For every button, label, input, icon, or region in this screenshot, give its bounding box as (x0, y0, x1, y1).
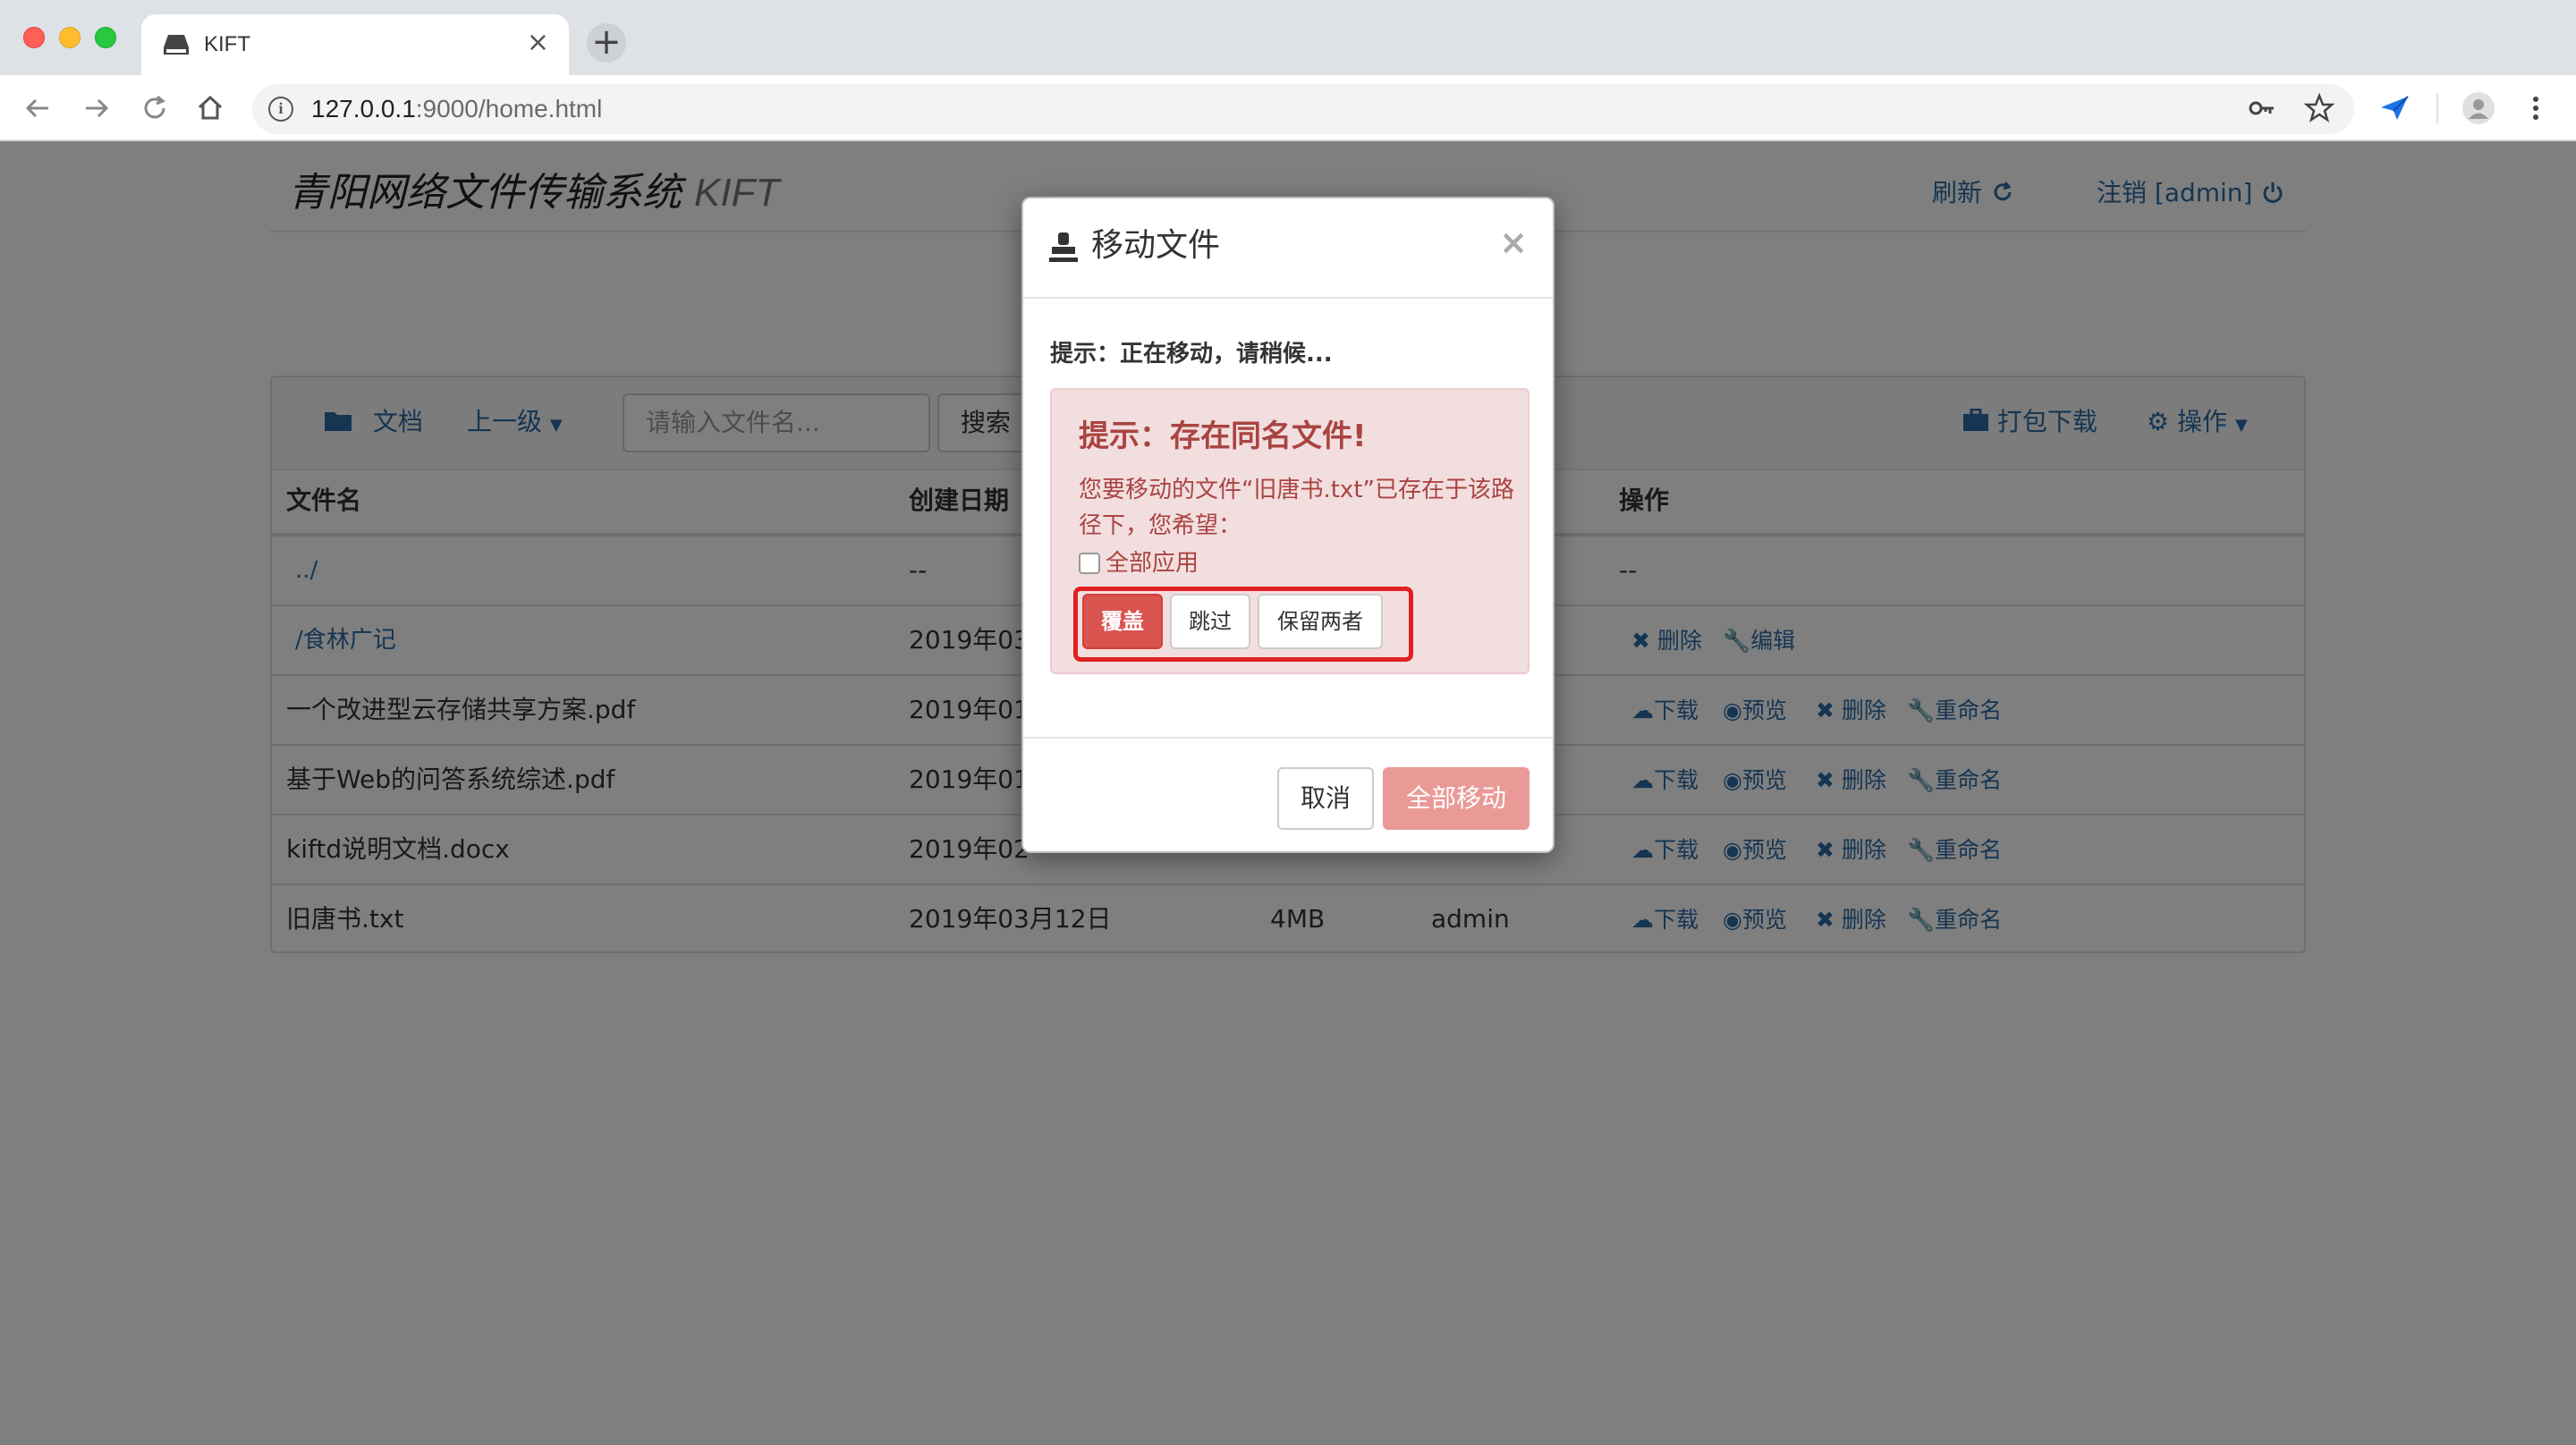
alert-message: 您要移动的文件“旧唐书.txt”已存在于该路径下，您希望： (1079, 477, 1514, 539)
new-tab-button[interactable]: + (587, 23, 626, 63)
address-bar[interactable]: i 127.0.0.1:9000/home.html (252, 84, 2354, 134)
reload-icon[interactable] (136, 89, 174, 127)
browser-menu-icon[interactable] (2517, 89, 2555, 127)
skip-button[interactable]: 跳过 (1170, 594, 1250, 649)
profile-avatar-icon[interactable] (2460, 89, 2497, 127)
forward-icon[interactable] (77, 89, 114, 127)
toolbar-divider (2436, 93, 2438, 123)
duplicate-file-alert: 提示：存在同名文件! 您要移动的文件“旧唐书.txt”已存在于该路径下，您希望：… (1050, 388, 1530, 674)
apply-all-label[interactable]: 全部应用 (1106, 547, 1199, 579)
key-icon[interactable] (2243, 89, 2281, 127)
back-icon[interactable] (20, 89, 57, 127)
apply-all-checkbox[interactable] (1079, 553, 1100, 574)
drive-icon (164, 35, 189, 55)
move-status-text: 提示：正在移动，请稍候... (1050, 341, 1333, 368)
tab-title: KIFT (204, 32, 250, 56)
window-zoom-button[interactable] (95, 27, 116, 48)
browser-toolbar: i 127.0.0.1:9000/home.html (0, 75, 2576, 141)
overwrite-button[interactable]: 覆盖 (1082, 594, 1163, 649)
move-stamp-icon (1049, 232, 1078, 262)
extension-bird-icon[interactable] (2376, 89, 2413, 127)
tab-close-icon[interactable]: × (527, 27, 549, 59)
home-icon[interactable] (191, 89, 229, 127)
dialog-close-icon[interactable]: × (1499, 222, 1528, 263)
browser-tab-active[interactable]: KIFT × (141, 14, 569, 75)
url-text[interactable]: 127.0.0.1:9000/home.html (311, 95, 602, 123)
window-close-button[interactable] (23, 27, 45, 48)
site-info-icon[interactable]: i (268, 97, 293, 122)
dialog-title: 移动文件 (1091, 227, 1221, 264)
dialog-header: 移动文件 × (1023, 199, 1553, 299)
move-file-dialog: 移动文件 × 提示：正在移动，请稍候... 提示：存在同名文件! 您要移动的文件… (1021, 197, 1555, 853)
bookmark-star-icon[interactable] (2301, 89, 2338, 127)
dialog-footer-divider (1023, 737, 1553, 739)
cancel-button[interactable]: 取消 (1277, 767, 1374, 830)
browser-tab-strip: KIFT × + (0, 0, 2576, 75)
keep-both-button[interactable]: 保留两者 (1258, 594, 1383, 649)
move-all-button[interactable]: 全部移动 (1383, 767, 1530, 830)
alert-title: 提示：存在同名文件! (1079, 418, 1367, 454)
window-minimize-button[interactable] (59, 27, 80, 48)
